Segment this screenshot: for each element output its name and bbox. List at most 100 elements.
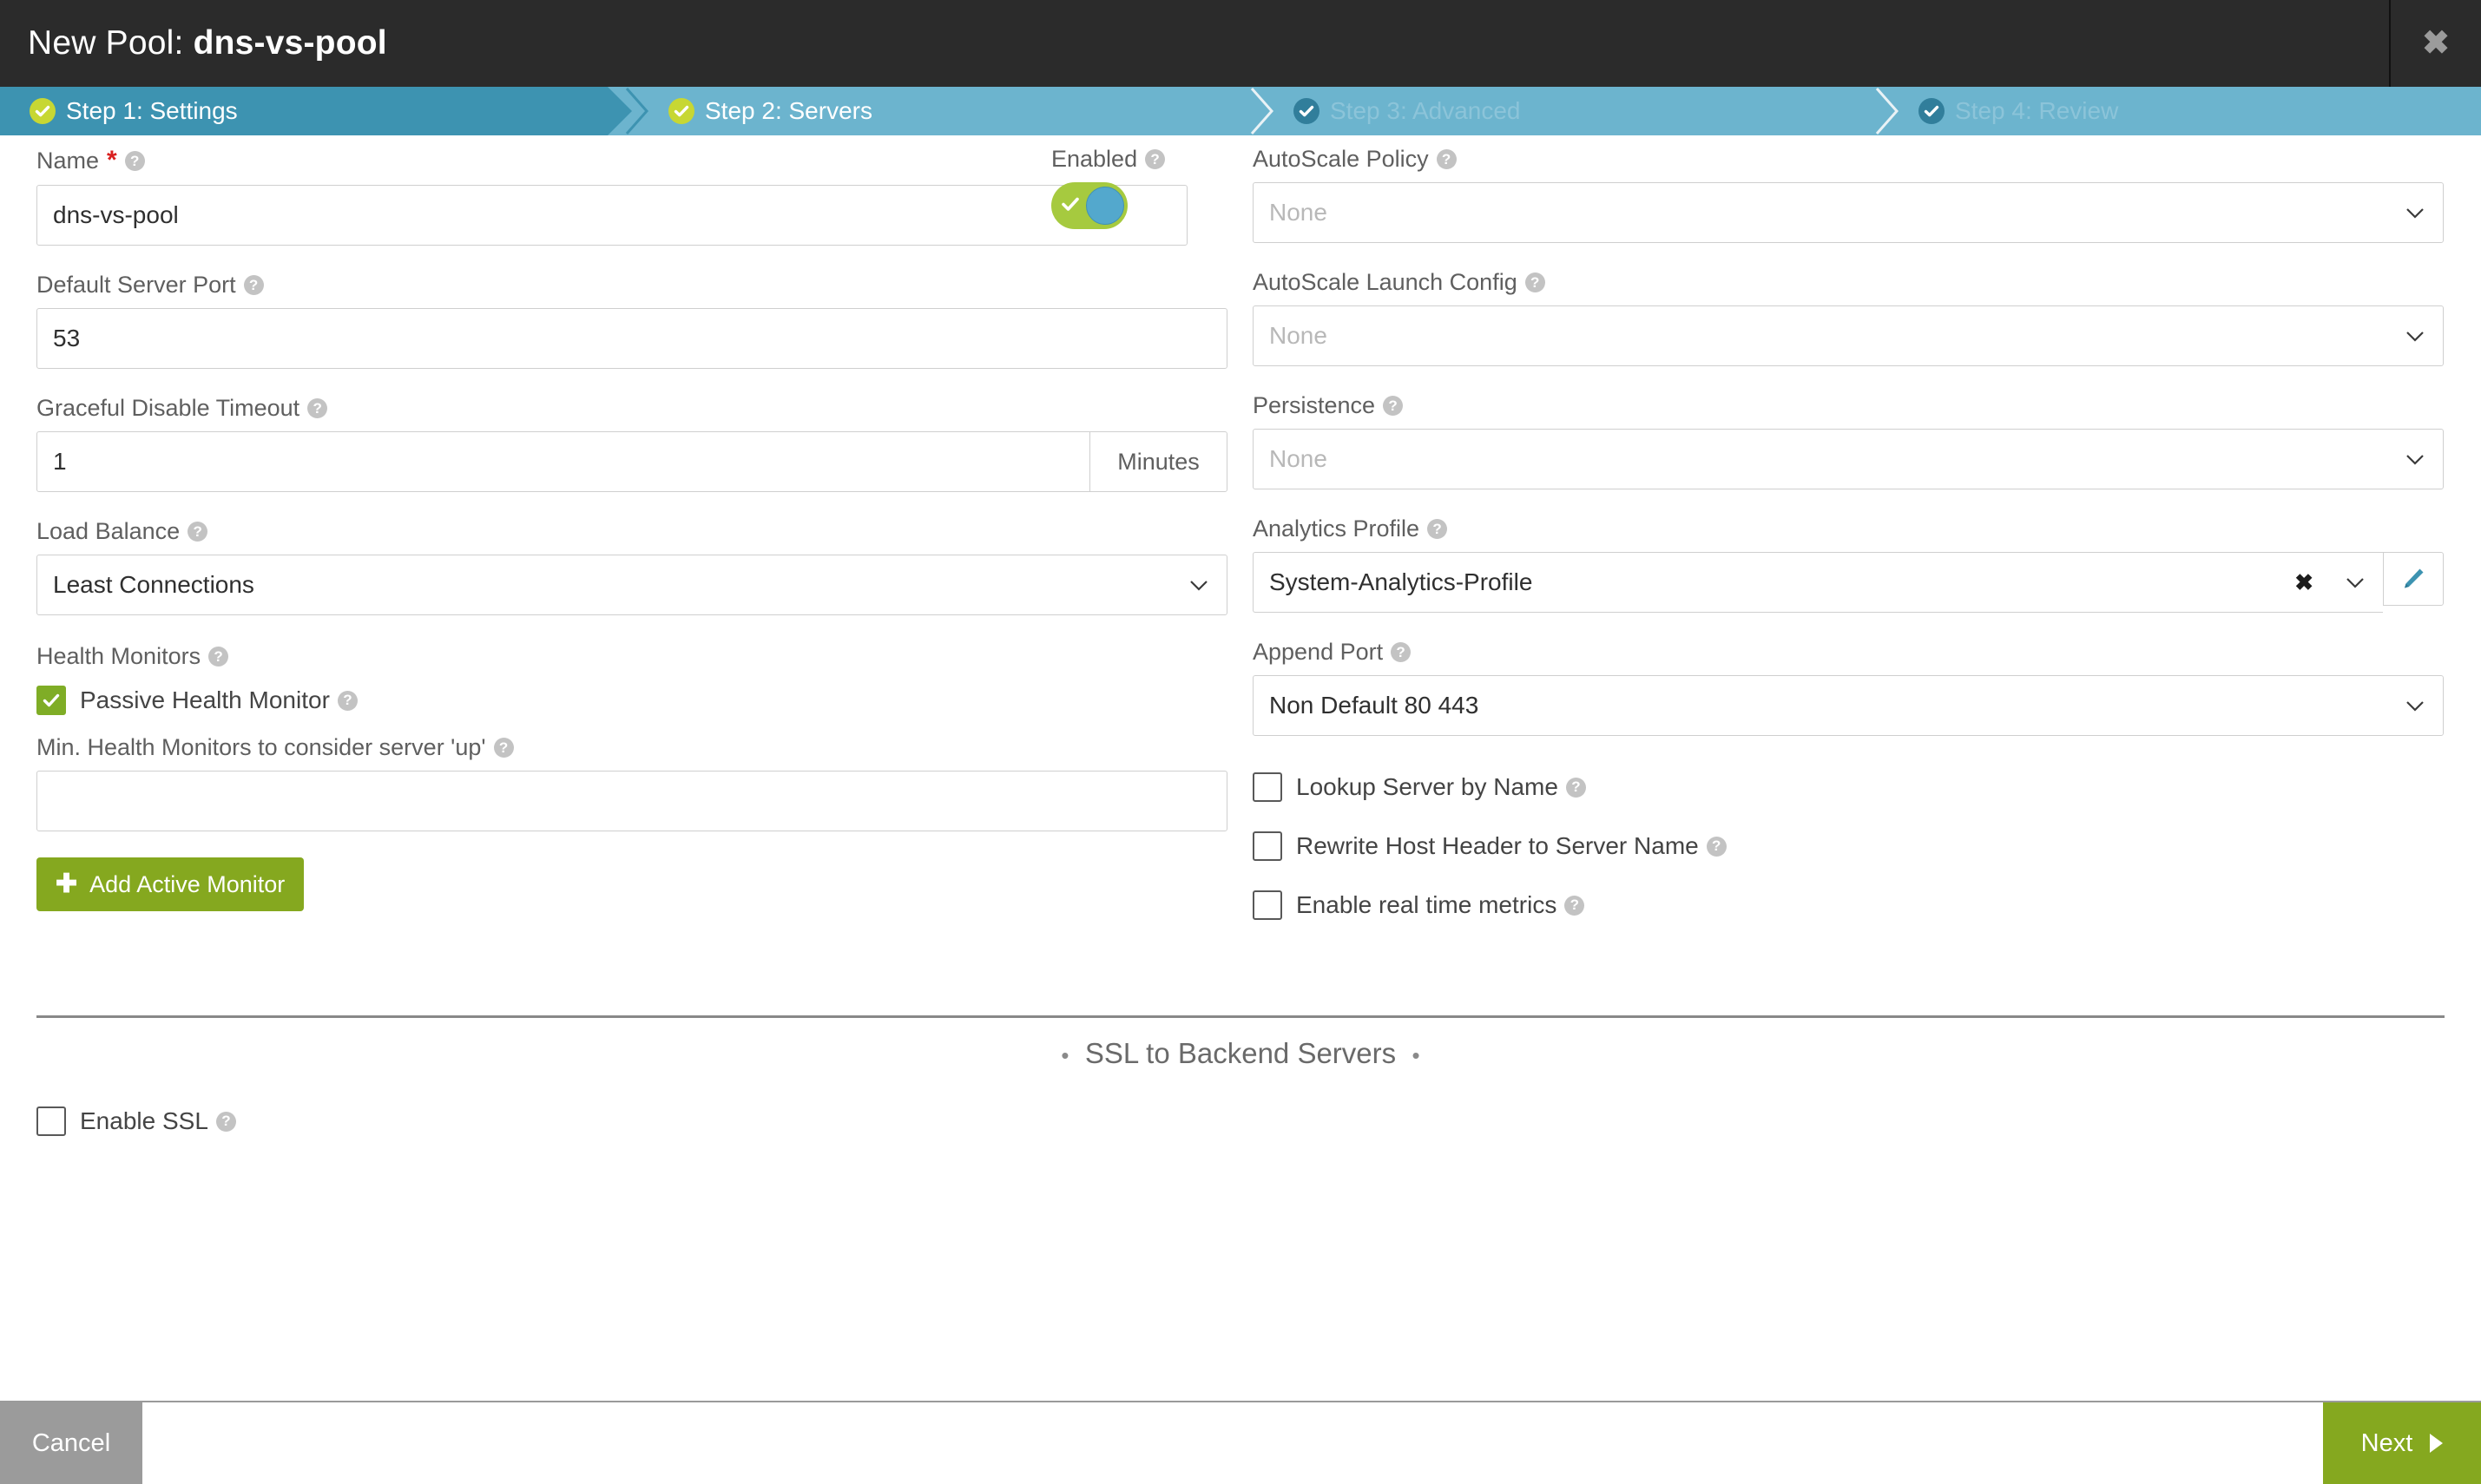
help-icon[interactable]: ? [188,522,208,542]
analytics-profile-control: System-Analytics-Profile ✖ [1253,552,2444,613]
persistence-select[interactable]: None [1253,429,2444,489]
next-button-label: Next [2360,1428,2413,1457]
field-autoscale-policy-label-text: AutoScale Policy [1253,146,1429,172]
load-balance-select[interactable]: Least Connections [36,555,1227,615]
min-health-monitors-label-text: Min. Health Monitors to consider server … [36,734,486,760]
help-icon[interactable]: ? [215,1111,236,1132]
settings-form: Name * ? dns-vs-pool Default Server Port… [0,135,2481,1401]
arrow-right-icon [2430,1434,2444,1453]
name-input[interactable]: dns-vs-pool [36,185,1188,246]
graceful-disable-timeout-value: 1 [53,448,67,475]
field-enabled-label-text: Enabled [1051,146,1138,172]
autoscale-launch-config-select[interactable]: None [1253,305,2444,366]
field-load-balance: Load Balance ? Least Connections [36,520,1227,615]
check-circle-icon [30,98,56,124]
clear-icon[interactable]: ✖ [2294,571,2313,594]
wizard-step-3-advanced[interactable]: Step 3: Advanced [1233,87,1858,135]
ssl-section-title: • SSL to Backend Servers • [36,1018,2445,1070]
passive-health-monitor-label: Passive Health Monitor [80,686,330,713]
ssl-section-title-text: SSL to Backend Servers [1084,1037,1397,1069]
field-graceful-disable-timeout-label: Graceful Disable Timeout ? [36,397,1227,420]
help-icon[interactable]: ? [208,647,229,666]
field-name-label-text: Name [36,147,100,174]
field-health-monitors-label: Health Monitors ? [36,645,1227,668]
enable-real-time-metrics-label: Enable real time metrics [1296,891,1557,918]
required-marker: * [107,146,117,174]
field-autoscale-launch-config-label-text: AutoScale Launch Config [1253,269,1517,295]
autoscale-policy-select[interactable]: None [1253,182,2444,243]
help-icon[interactable]: ? [1565,777,1586,798]
wizard-step-2-servers[interactable]: Step 2: Servers [608,87,1233,135]
form-right-column: Enabled ? AutoScale Policy ? None AutoSc… [1051,148,2444,920]
analytics-profile-value: System-Analytics-Profile [1269,568,1533,595]
close-button[interactable]: ✖ [2389,0,2481,87]
field-default-server-port: Default Server Port ? 53 [36,273,1227,369]
chevron-down-icon [2403,447,2427,471]
add-active-monitor-button[interactable]: ✚ Add Active Monitor [36,857,305,911]
next-button[interactable]: Next [2323,1402,2481,1484]
check-circle-icon [1918,98,1945,124]
field-autoscale-policy: AutoScale Policy ? None [1253,148,2444,243]
help-icon[interactable]: ? [1524,273,1545,292]
name-input-value: dns-vs-pool [53,201,179,228]
lookup-server-by-name-label: Lookup Server by Name [1296,773,1558,800]
field-graceful-disable-timeout-label-text: Graceful Disable Timeout [36,395,300,421]
field-autoscale-policy-label: AutoScale Policy ? [1253,148,2444,171]
help-icon[interactable]: ? [1145,149,1166,169]
help-icon[interactable]: ? [493,738,514,758]
analytics-profile-select[interactable]: System-Analytics-Profile ✖ [1253,552,2383,613]
graceful-disable-timeout-input[interactable]: 1 [37,432,1089,491]
chevron-down-icon [2343,570,2367,594]
checkbox-unchecked-icon [1253,831,1282,861]
analytics-profile-edit-button[interactable] [2383,552,2444,606]
graceful-disable-timeout-group: 1 Minutes [36,431,1227,492]
cancel-button-label: Cancel [31,1428,111,1457]
help-icon[interactable]: ? [243,275,264,295]
help-icon[interactable]: ? [307,398,328,418]
plus-icon: ✚ [56,870,78,898]
lookup-server-by-name-checkbox-row[interactable]: Lookup Server by Name ? [1253,772,2444,802]
check-circle-icon [668,98,694,124]
cancel-button[interactable]: Cancel [0,1402,142,1484]
field-default-server-port-label-text: Default Server Port [36,272,236,298]
help-icon[interactable]: ? [124,150,145,171]
field-name: Name * ? dns-vs-pool [36,148,1227,246]
append-port-select[interactable]: Non Default 80 443 [1253,675,2444,736]
help-icon[interactable]: ? [1383,396,1404,416]
toggle-knob [1086,187,1124,225]
help-icon[interactable]: ? [1427,519,1448,539]
close-icon: ✖ [2422,25,2450,62]
enable-ssl-checkbox-row[interactable]: Enable SSL ? [36,1106,2445,1136]
field-analytics-profile: Analytics Profile ? System-Analytics-Pro… [1253,517,2444,613]
enabled-toggle[interactable] [1051,182,1128,229]
chevron-down-icon [2403,200,2427,225]
field-append-port-label: Append Port ? [1253,640,2444,664]
help-icon[interactable]: ? [1564,895,1585,916]
persistence-placeholder: None [1269,445,1327,472]
help-icon[interactable]: ? [337,690,358,711]
field-analytics-profile-label: Analytics Profile ? [1253,517,2444,541]
rewrite-host-header-label: Rewrite Host Header to Server Name [1296,832,1699,859]
enable-real-time-metrics-checkbox-row[interactable]: Enable real time metrics ? [1253,890,2444,920]
wizard-step-1-settings[interactable]: Step 1: Settings [0,87,632,135]
field-health-monitors-label-text: Health Monitors [36,643,201,669]
field-default-server-port-label: Default Server Port ? [36,273,1227,297]
field-load-balance-label-text: Load Balance [36,518,181,544]
wizard-steps: Step 1: Settings Step 2: Servers Step 3:… [0,87,2481,135]
ssl-backend-section: • SSL to Backend Servers • Enable SSL ? [36,1015,2445,1136]
field-autoscale-launch-config: AutoScale Launch Config ? None [1253,271,2444,366]
wizard-step-4-review[interactable]: Step 4: Review [1858,87,2481,135]
min-health-monitors-input[interactable] [36,771,1227,831]
help-icon[interactable]: ? [1706,836,1727,857]
min-health-monitors-label: Min. Health Monitors to consider server … [36,736,1227,759]
default-server-port-input[interactable]: 53 [36,308,1227,369]
passive-health-monitor-checkbox-row[interactable]: Passive Health Monitor ? [36,686,1227,715]
wizard-step-1-label: Step 1: Settings [66,97,238,124]
help-icon[interactable]: ? [1391,642,1412,662]
page-title: New Pool: dns-vs-pool [0,24,387,62]
field-persistence-label-text: Persistence [1253,392,1376,418]
help-icon[interactable]: ? [1436,149,1457,169]
rewrite-host-header-checkbox-row[interactable]: Rewrite Host Header to Server Name ? [1253,831,2444,861]
load-balance-value: Least Connections [53,571,254,598]
chevron-down-icon [2403,324,2427,348]
